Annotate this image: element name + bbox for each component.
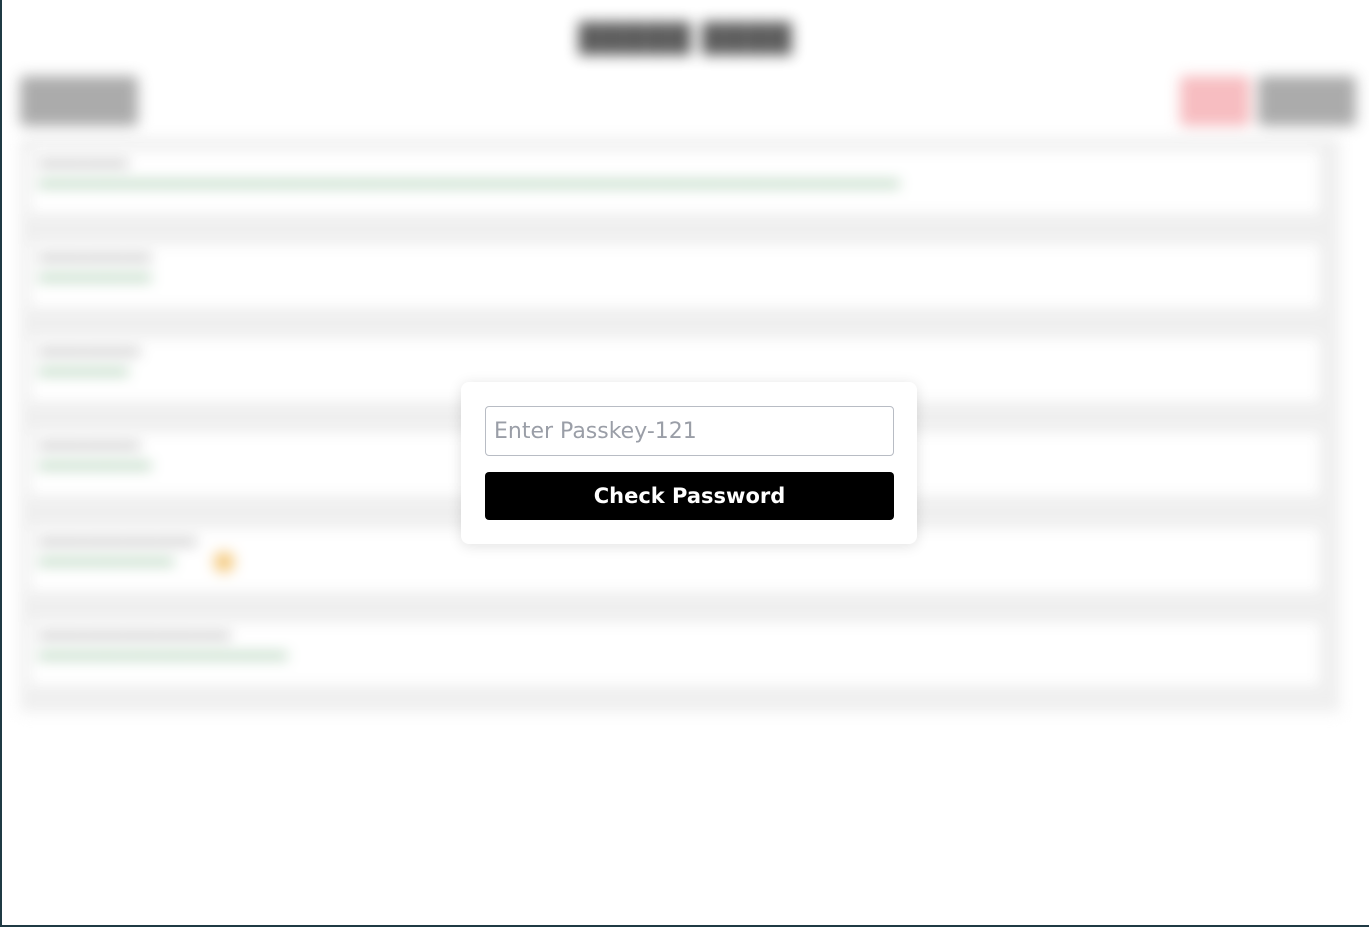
passkey-input[interactable] <box>485 406 894 456</box>
app-window: █████ ████ ▬▬▬▬▬▬▬▬ ▬▬▬▬▬▬▬▬▬▬▬▬▬▬▬▬▬▬▬▬… <box>0 0 1369 927</box>
passkey-modal: Check Password <box>461 382 917 544</box>
check-password-button[interactable]: Check Password <box>485 472 894 520</box>
